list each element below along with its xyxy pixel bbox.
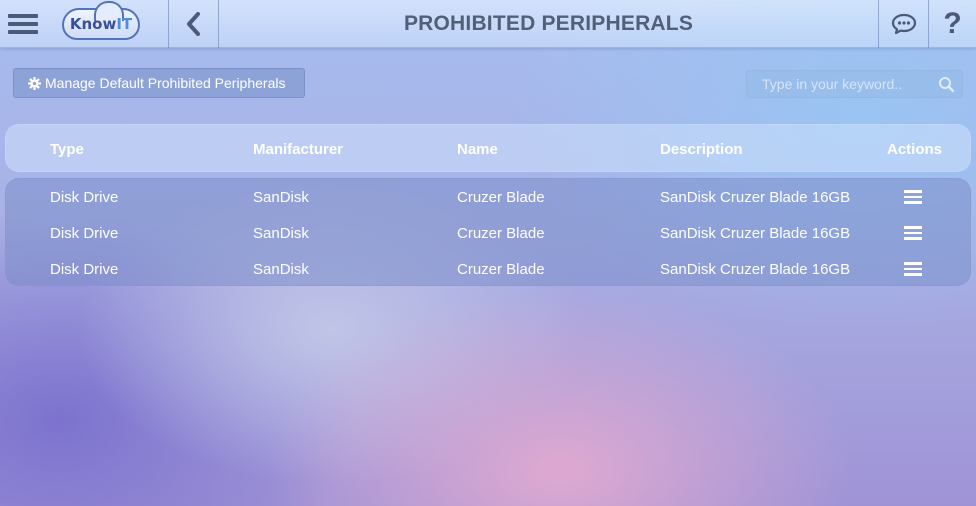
back-button[interactable] xyxy=(168,0,218,48)
table-header: Type Manifacturer Name Description Actio… xyxy=(5,124,971,172)
question-icon: ? xyxy=(943,7,962,40)
chat-bubble-icon xyxy=(891,13,916,35)
column-header-type[interactable]: Type xyxy=(50,141,84,158)
page-title: PROHIBITED PERIPHERALS xyxy=(403,12,694,35)
column-header-name[interactable]: Name xyxy=(457,141,498,158)
cell-description: SanDisk Cruzer Blade 16GB xyxy=(660,225,851,242)
table-row[interactable]: Disk Drive SanDisk Cruzer Blade SanDisk … xyxy=(6,251,972,287)
top-bar: Know IT PROHIBITED PERIPHERALS ? xyxy=(0,0,976,48)
column-header-description[interactable]: Description xyxy=(660,141,743,158)
cell-type: Disk Drive xyxy=(50,261,119,278)
gear-icon xyxy=(28,76,41,90)
column-header-manufacturer[interactable]: Manifacturer xyxy=(253,141,343,158)
row-actions-list-icon[interactable] xyxy=(904,190,922,204)
search-input[interactable] xyxy=(747,71,932,97)
manage-default-prohibited-peripherals-button[interactable]: Manage Default Prohibited Peripherals xyxy=(13,68,305,98)
table-row[interactable]: Disk Drive SanDisk Cruzer Blade SanDisk … xyxy=(6,179,972,215)
logo[interactable]: Know IT xyxy=(56,0,146,48)
table-row[interactable]: Disk Drive SanDisk Cruzer Blade SanDisk … xyxy=(6,215,972,251)
cell-manufacturer: SanDisk xyxy=(253,189,309,206)
row-actions-list-icon[interactable] xyxy=(904,262,922,276)
table-body: Disk Drive SanDisk Cruzer Blade SanDisk … xyxy=(5,178,971,286)
title-area: PROHIBITED PERIPHERALS xyxy=(218,0,878,48)
chevron-left-icon xyxy=(186,12,200,36)
help-button[interactable]: ? xyxy=(928,0,976,48)
chat-button[interactable] xyxy=(878,0,928,48)
logo-text-it: IT xyxy=(116,15,133,33)
logo-text-know: Know xyxy=(69,15,117,33)
cell-description: SanDisk Cruzer Blade 16GB xyxy=(660,261,851,278)
search-box xyxy=(746,70,963,98)
cell-type: Disk Drive xyxy=(50,225,119,242)
hamburger-icon xyxy=(8,10,38,38)
cell-manufacturer: SanDisk xyxy=(253,261,309,278)
search-icon[interactable] xyxy=(938,76,955,93)
column-header-actions: Actions xyxy=(887,141,943,158)
cell-name: Cruzer Blade xyxy=(457,261,545,278)
cell-manufacturer: SanDisk xyxy=(253,225,309,242)
cell-name: Cruzer Blade xyxy=(457,225,545,242)
manage-button-label: Manage Default Prohibited Peripherals xyxy=(45,75,286,91)
row-actions-list-icon[interactable] xyxy=(904,226,922,240)
cell-description: SanDisk Cruzer Blade 16GB xyxy=(660,189,851,206)
menu-button[interactable] xyxy=(0,0,46,48)
cell-name: Cruzer Blade xyxy=(457,189,545,206)
knowit-logo: Know IT xyxy=(62,1,140,40)
cell-type: Disk Drive xyxy=(50,189,119,206)
